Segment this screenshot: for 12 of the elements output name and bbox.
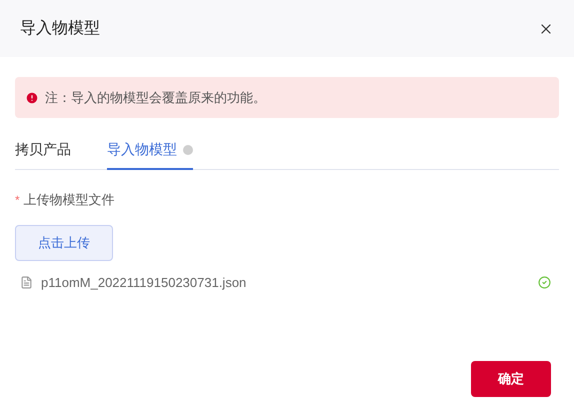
alert-text: 注：导入的物模型会覆盖原来的功能。: [45, 88, 266, 107]
tab[interactable]: 拷贝产品: [15, 139, 71, 170]
file-icon: [20, 276, 33, 289]
file-name: p11omM_20221119150230731.json: [41, 274, 246, 292]
tab[interactable]: 导入物模型: [107, 139, 193, 170]
check-icon: [538, 276, 551, 289]
error-icon: [25, 90, 39, 104]
upload-button[interactable]: 点击上传: [15, 224, 113, 260]
field-label: 上传物模型文件: [24, 191, 115, 209]
required-mark: *: [15, 192, 20, 209]
dialog-title: 导入物模型: [20, 18, 100, 38]
confirm-button[interactable]: 确定: [471, 361, 551, 397]
